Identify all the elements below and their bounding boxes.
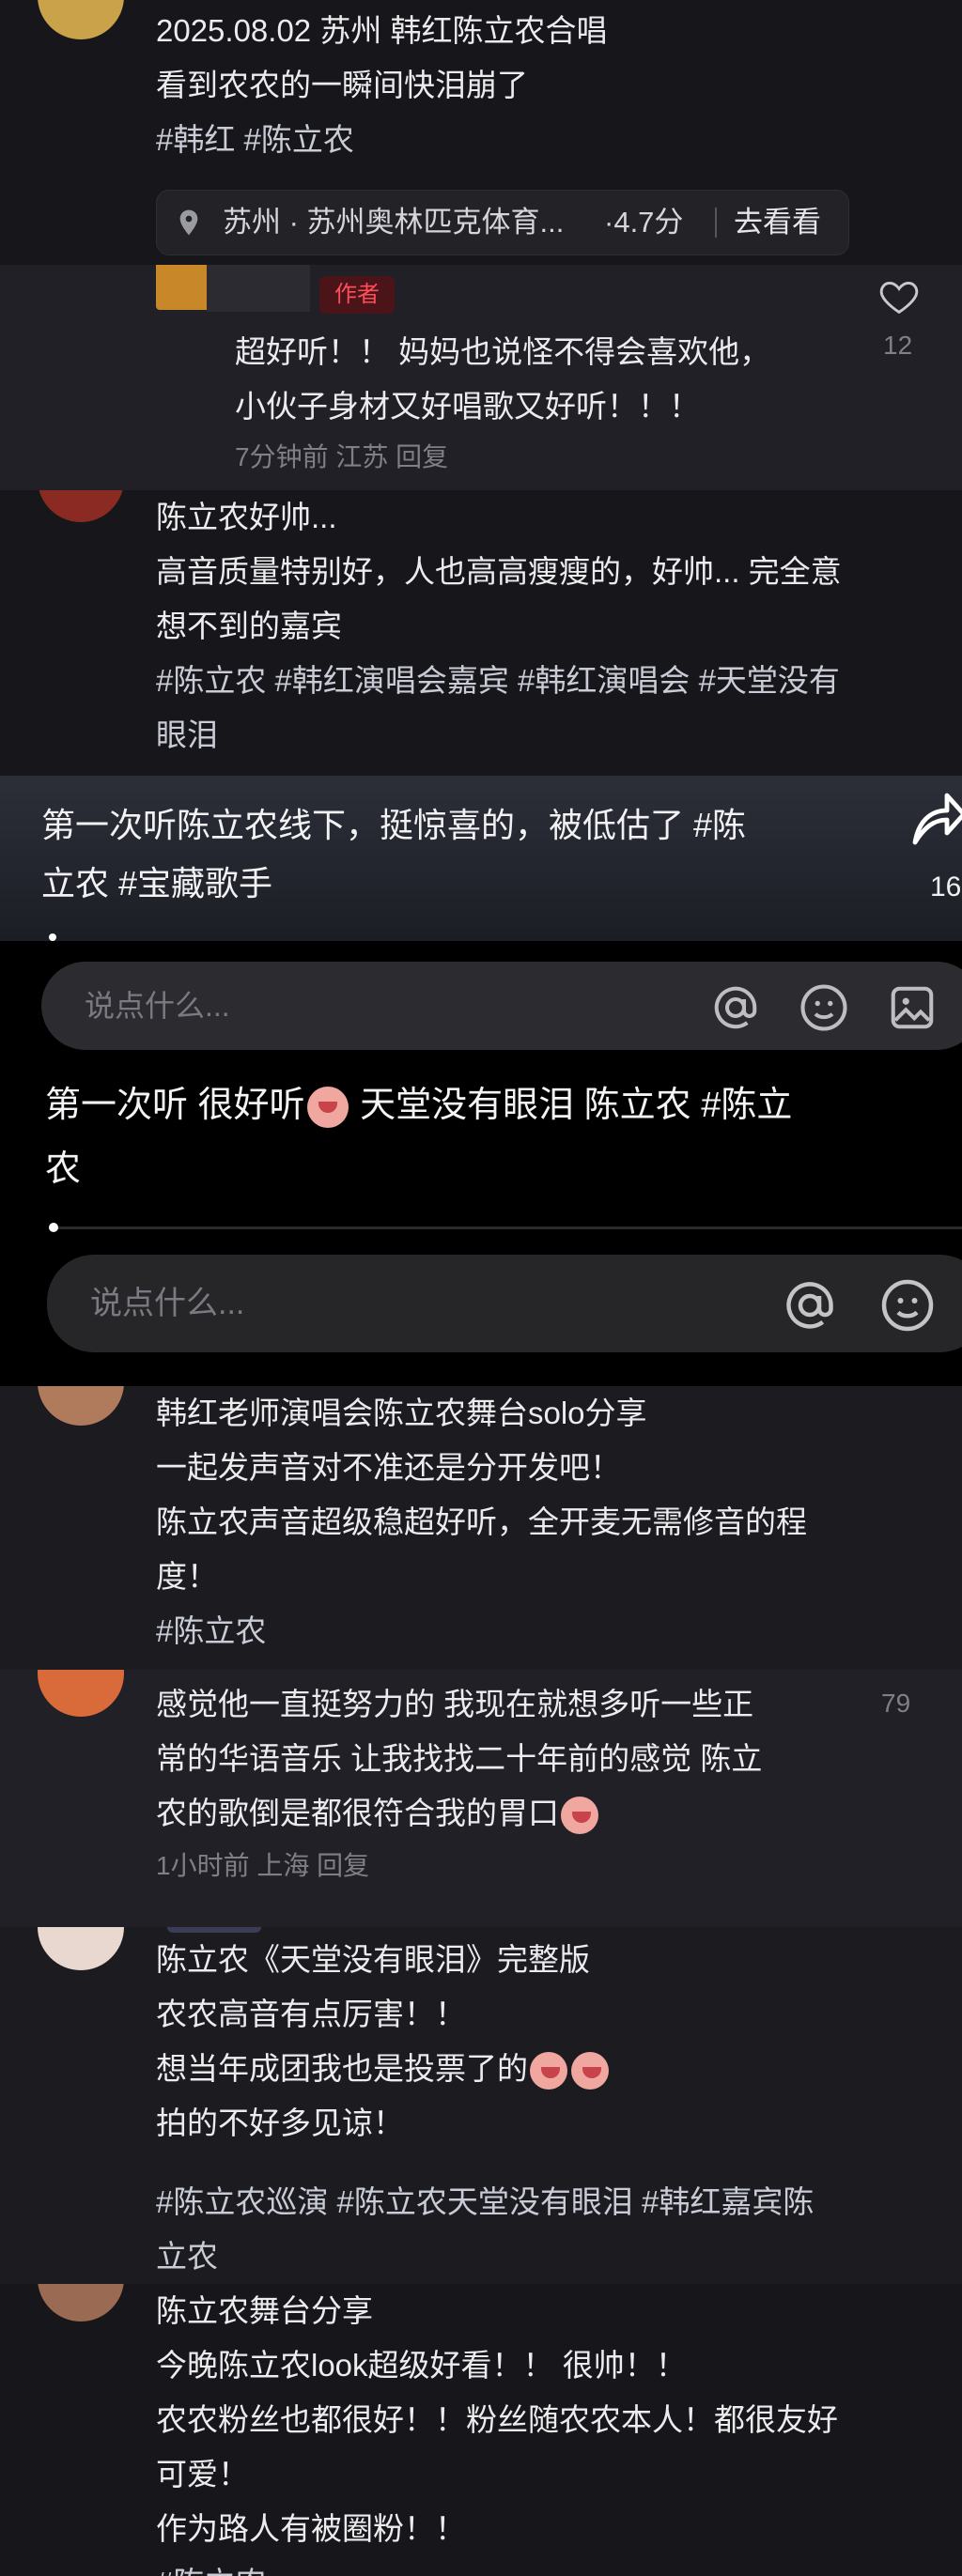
author-badge: 作者	[319, 276, 395, 314]
laughing-face-icon	[306, 1086, 349, 1128]
post-text-line: 高音质量特别好，人也高高瘦瘦的，好帅... 完全意	[156, 554, 842, 589]
location-card[interactable]: 苏州 · 苏州奥林匹克体育... ·4.7分 去看看	[156, 190, 849, 255]
caption-text: 第一次听 很好听	[45, 1086, 305, 1125]
comment-meta[interactable]: 1小时前 上海 回复	[156, 1843, 369, 1890]
location-name: 苏州 · 苏州奥林匹克体育...	[223, 206, 565, 239]
location-rating: ·4.7分	[604, 206, 684, 239]
comment-item: 感觉他一直挺努力的 我现在就想多听一些正 常的华语音乐 让我找找二十年前的感觉 …	[0, 1670, 962, 1927]
post-text-line: 陈立农好帅...	[156, 500, 337, 534]
hashtag-row[interactable]: #陈立农巡演 #陈立农天堂没有眼泪 #韩红嘉宾陈	[156, 2175, 814, 2229]
avatar[interactable]	[38, 1670, 124, 1717]
post-text-line: 农农粉丝也都很好！！粉丝随农农本人！都很友好	[156, 2402, 838, 2437]
post-text-line: 可爱！	[156, 2457, 249, 2491]
hashtag-row[interactable]: 眼泪	[156, 708, 218, 763]
post-text-line: 陈立农《天堂没有眼泪》完整版	[156, 1942, 590, 1977]
post-card-3: 韩红老师演唱会陈立农舞台solo分享 一起发声音对不准还是分开发吧！ 陈立农声音…	[0, 1386, 962, 1670]
post-text-line: 陈立农声音超级稳超好听，全开麦无需修音的程	[156, 1504, 807, 1539]
post-text-line: 陈立农舞台分享	[156, 2293, 373, 2328]
heart-icon[interactable]	[878, 278, 920, 316]
emoji-icon[interactable]	[799, 982, 849, 1033]
post-text: 想当年成团我也是投票了的	[156, 2051, 528, 2086]
post-card-2: 陈立农好帅... 高音质量特别好，人也高高瘦瘦的，好帅... 完全意 想不到的嘉…	[0, 490, 962, 776]
post-text-line: 韩红老师演唱会陈立农舞台solo分享	[156, 1396, 647, 1430]
comment-text: 农的歌倒是都很符合我的胃口	[156, 1796, 559, 1830]
reply-comment: 作者 超好听！！ 妈妈也说怪不得会喜欢他， 小伙子身材又好唱歌又好听！！！ 7分…	[0, 265, 962, 490]
image-icon[interactable]	[887, 982, 938, 1033]
hashtag-link[interactable]: #陈立农	[156, 2556, 266, 2576]
avatar[interactable]	[38, 0, 124, 39]
comment-input[interactable]: 说点什么...	[41, 962, 962, 1050]
post-text-line: 想不到的嘉宾	[156, 609, 342, 643]
post-text-line: 一起发声音对不准还是分开发吧！	[156, 1450, 621, 1485]
at-mention-icon[interactable]	[782, 1277, 838, 1334]
post-card-4: 陈立农《天堂没有眼泪》完整版 农农高音有点厉害！！ 想当年成团我也是投票了的 拍…	[0, 1927, 962, 2284]
progress-track[interactable]	[49, 1226, 962, 1229]
avatar[interactable]	[38, 1386, 124, 1426]
emoji-icon[interactable]	[879, 1277, 936, 1334]
video-caption: 第一次听 很好听 天堂没有眼泪 陈立农 #陈立	[45, 1074, 792, 1136]
avatar[interactable]	[156, 265, 207, 310]
avatar[interactable]	[38, 1927, 124, 1970]
comment-text-line: 常的华语音乐 让我找找二十年前的感觉 陈立	[156, 1741, 763, 1776]
caption-text: 天堂没有眼泪 陈立农 #陈立	[349, 1086, 793, 1125]
hashtag-row[interactable]: 立农	[156, 2229, 218, 2284]
post-text-line: 农农高音有点厉害！！	[156, 1997, 466, 2031]
like-count: 79	[881, 1689, 911, 1718]
post-text-line: 2025.08.02 苏州 韩红陈立农合唱	[156, 13, 608, 48]
crying-face-icon	[530, 2052, 567, 2090]
progress-dot[interactable]	[49, 933, 56, 941]
reply-text-line: 超好听！！ 妈妈也说怪不得会喜欢他，	[235, 334, 771, 369]
video-caption: 第一次听陈立农线下，挺惊喜的，被低估了 #陈	[41, 806, 747, 844]
blushing-face-icon	[561, 1797, 598, 1835]
crying-face-icon	[571, 2052, 609, 2090]
video-overlay-1: 第一次听陈立农线下，挺惊喜的，被低估了 #陈 立农 #宝藏歌手 16	[0, 776, 962, 941]
hashtag-row: #韩红 #陈立农	[156, 113, 354, 167]
hashtag-row[interactable]: #陈立农 #韩红演唱会嘉宾 #韩红演唱会 #天堂没有	[156, 654, 840, 708]
avatar-blur	[207, 265, 310, 312]
input-placeholder: 说点什么...	[90, 1286, 245, 1321]
video-overlay-2: 说点什么... 第一次听 很好听 天堂没有眼泪 陈立农 #陈立 农 说点什么..…	[0, 941, 962, 1386]
share-count: 16	[930, 872, 962, 902]
progress-dot[interactable]	[49, 1223, 58, 1232]
reply-text-line: 小伙子身材又好唱歌又好听！！！	[235, 389, 700, 424]
post-text-line: 拍的不好多见谅！	[156, 2106, 404, 2140]
post-text-line: 作为路人有被圈粉！！	[156, 2511, 466, 2546]
hashtag-link[interactable]: #陈立农	[156, 1604, 266, 1658]
input-placeholder: 说点什么...	[85, 989, 230, 1023]
post-card-5: 陈立农舞台分享 今晚陈立农look超级好看！！ 很帅！！ 农农粉丝也都很好！！粉…	[0, 2284, 962, 2576]
divider	[715, 208, 717, 238]
comment-text-line: 农的歌倒是都很符合我的胃口	[156, 1786, 600, 1841]
hashtag-link[interactable]: #韩红	[156, 122, 235, 157]
video-caption: 农	[45, 1149, 82, 1189]
post-text-line: 今晚陈立农look超级好看！！ 很帅！！	[156, 2348, 687, 2383]
post-text-line: 想当年成团我也是投票了的	[156, 2042, 611, 2096]
post-text-line: 度！	[156, 1559, 218, 1594]
avatar[interactable]	[38, 2284, 124, 2321]
hashtag-link[interactable]: #陈立农	[244, 122, 354, 157]
post-text-line: 看到农农的一瞬间快泪崩了	[156, 68, 528, 102]
comment-input[interactable]: 说点什么...	[47, 1255, 962, 1352]
share-icon[interactable]	[909, 785, 962, 851]
at-mention-icon[interactable]	[710, 982, 761, 1033]
video-caption: 立农 #宝藏歌手	[41, 864, 273, 902]
avatar[interactable]	[38, 490, 124, 522]
location-action-link[interactable]: 去看看	[734, 191, 821, 255]
comment-text-line: 感觉他一直挺努力的 我现在就想多听一些正	[156, 1687, 754, 1721]
post-card-1: 2025.08.02 苏州 韩红陈立农合唱 看到农农的一瞬间快泪崩了 #韩红 #…	[0, 0, 962, 265]
like-count: 12	[883, 331, 913, 360]
reply-meta[interactable]: 7分钟前 江苏 回复	[235, 434, 448, 481]
location-pin-icon	[179, 209, 198, 236]
